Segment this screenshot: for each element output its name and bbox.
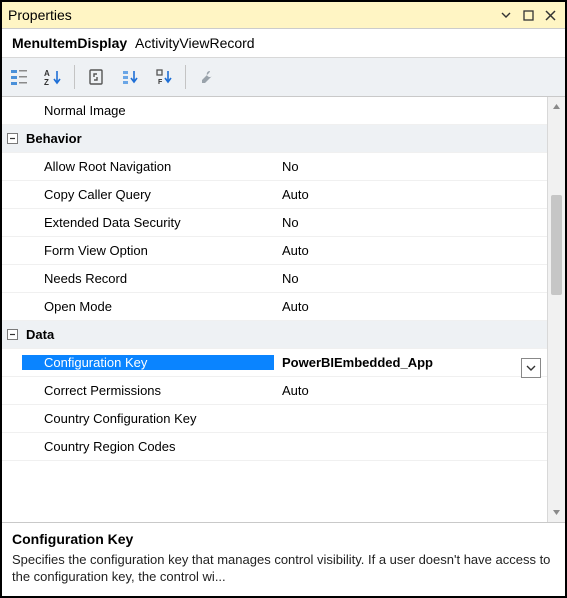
category-row[interactable]: Data bbox=[2, 321, 547, 349]
toolbar-separator bbox=[74, 65, 75, 89]
grouped-icon bbox=[121, 68, 139, 86]
property-name: Needs Record bbox=[22, 271, 274, 286]
category-row[interactable]: Behavior bbox=[2, 125, 547, 153]
toolbar-separator bbox=[185, 65, 186, 89]
svg-text:F: F bbox=[158, 79, 163, 86]
close-icon bbox=[545, 10, 556, 21]
property-row[interactable]: Correct Permissions Auto bbox=[2, 377, 547, 405]
vertical-scrollbar[interactable] bbox=[547, 97, 565, 522]
maximize-button[interactable] bbox=[519, 6, 537, 24]
property-value[interactable]: Auto bbox=[274, 299, 547, 314]
sort-button[interactable]: F bbox=[149, 62, 179, 92]
property-name: Configuration Key bbox=[22, 355, 274, 370]
triangle-up-icon bbox=[552, 102, 561, 111]
alphabetical-icon: A Z bbox=[44, 68, 62, 86]
property-row[interactable]: Copy Caller Query Auto bbox=[2, 181, 547, 209]
description-text: Specifies the configuration key that man… bbox=[12, 551, 555, 586]
property-value[interactable]: No bbox=[274, 159, 547, 174]
property-row[interactable]: Country Configuration Key bbox=[2, 405, 547, 433]
property-name: Normal Image bbox=[22, 103, 274, 118]
property-grid-wrapper: Normal Image Behavior Allow Root Navigat… bbox=[2, 97, 565, 522]
property-row[interactable]: Needs Record No bbox=[2, 265, 547, 293]
object-name: ActivityViewRecord bbox=[135, 35, 255, 51]
property-row[interactable]: Extended Data Security No bbox=[2, 209, 547, 237]
description-title: Configuration Key bbox=[12, 531, 555, 547]
categorized-icon bbox=[10, 68, 28, 86]
property-name: Copy Caller Query bbox=[22, 187, 274, 202]
maximize-icon bbox=[523, 10, 534, 21]
wrench-icon bbox=[198, 68, 216, 86]
value-dropdown-button[interactable] bbox=[521, 358, 541, 378]
collapse-button[interactable] bbox=[7, 329, 18, 340]
property-value[interactable]: PowerBIEmbedded_App bbox=[274, 355, 547, 370]
object-header: MenuItemDisplay ActivityViewRecord bbox=[2, 29, 565, 58]
grouped-view-button[interactable] bbox=[115, 62, 145, 92]
property-name: Open Mode bbox=[22, 299, 274, 314]
property-value[interactable]: Auto bbox=[274, 243, 547, 258]
property-row-selected[interactable]: Configuration Key PowerBIEmbedded_App bbox=[2, 349, 547, 377]
property-row[interactable]: Allow Root Navigation No bbox=[2, 153, 547, 181]
category-name: Data bbox=[22, 327, 274, 342]
property-row[interactable]: Form View Option Auto bbox=[2, 237, 547, 265]
property-name: Correct Permissions bbox=[22, 383, 274, 398]
categorized-view-button[interactable] bbox=[4, 62, 34, 92]
property-name: Form View Option bbox=[22, 243, 274, 258]
property-value[interactable]: No bbox=[274, 215, 547, 230]
svg-text:Z: Z bbox=[44, 78, 49, 86]
property-name: Extended Data Security bbox=[22, 215, 274, 230]
property-value-text: PowerBIEmbedded_App bbox=[282, 355, 433, 370]
svg-text:A: A bbox=[44, 69, 50, 78]
property-row[interactable]: Country Region Codes bbox=[2, 433, 547, 461]
scroll-up-button[interactable] bbox=[548, 97, 565, 115]
property-value[interactable]: No bbox=[274, 271, 547, 286]
property-value[interactable]: Auto bbox=[274, 383, 547, 398]
scroll-down-button[interactable] bbox=[548, 504, 565, 522]
property-row[interactable]: Normal Image bbox=[2, 97, 547, 125]
close-button[interactable] bbox=[541, 6, 559, 24]
property-value[interactable]: Auto bbox=[274, 187, 547, 202]
window-options-button[interactable] bbox=[497, 6, 515, 24]
property-name: Allow Root Navigation bbox=[22, 159, 274, 174]
dropdown-icon bbox=[501, 10, 511, 20]
scrollbar-thumb[interactable] bbox=[551, 195, 562, 295]
property-grid[interactable]: Normal Image Behavior Allow Root Navigat… bbox=[2, 97, 547, 522]
window-title: Properties bbox=[8, 7, 493, 23]
category-name: Behavior bbox=[22, 131, 274, 146]
description-pane: Configuration Key Specifies the configur… bbox=[2, 522, 565, 596]
sort-icon: F bbox=[155, 68, 173, 86]
property-name: Country Configuration Key bbox=[22, 411, 274, 426]
toolbar: A Z F bbox=[2, 58, 565, 97]
minus-icon bbox=[9, 331, 16, 338]
collapse-button[interactable] bbox=[7, 133, 18, 144]
page-icon bbox=[87, 68, 105, 86]
titlebar: Properties bbox=[2, 2, 565, 29]
object-type: MenuItemDisplay bbox=[12, 35, 127, 51]
wrench-button[interactable] bbox=[192, 62, 222, 92]
alphabetical-view-button[interactable]: A Z bbox=[38, 62, 68, 92]
triangle-down-icon bbox=[552, 508, 561, 517]
property-row[interactable]: Open Mode Auto bbox=[2, 293, 547, 321]
minus-icon bbox=[9, 135, 16, 142]
property-name: Country Region Codes bbox=[22, 439, 274, 454]
chevron-down-icon bbox=[526, 363, 536, 373]
property-pages-button[interactable] bbox=[81, 62, 111, 92]
